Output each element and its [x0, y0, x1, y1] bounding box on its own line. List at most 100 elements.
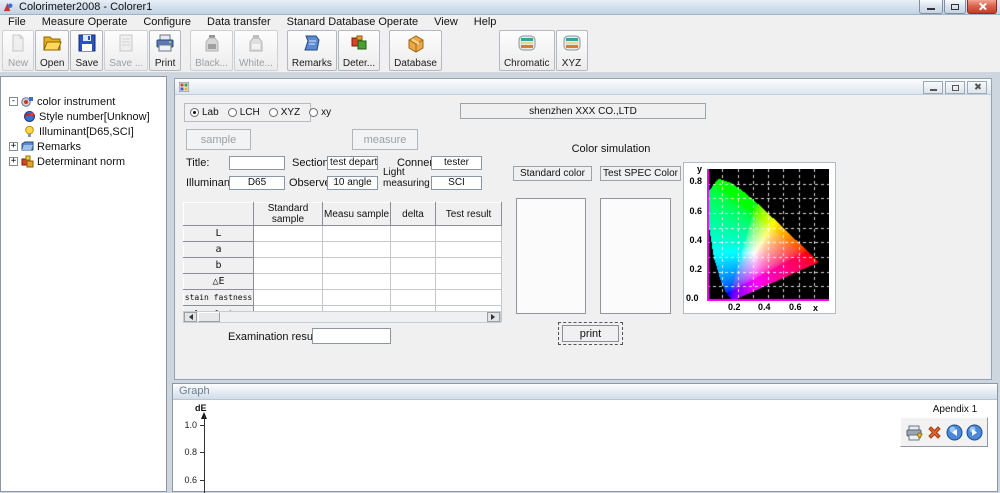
xyz-icon — [562, 33, 582, 53]
y-tick-mark — [200, 452, 204, 453]
graph-print-icon[interactable] — [906, 424, 923, 441]
new-button-label: New — [8, 58, 28, 69]
graph-prev-icon[interactable] — [946, 424, 963, 441]
tree-item-determinant-norm[interactable]: + Determinant norm — [1, 154, 166, 169]
table-cell — [323, 242, 391, 258]
close-button[interactable] — [967, 0, 997, 14]
column-header: Test result — [436, 203, 502, 226]
column-header: Measu sample — [323, 203, 391, 226]
menu-view[interactable]: View — [426, 15, 466, 29]
chromatic-button[interactable]: Chromatic — [499, 30, 555, 71]
arrow-right-icon — [491, 314, 498, 320]
menu-help[interactable]: Help — [466, 15, 505, 29]
menu-data-transfer[interactable]: Data transfer — [199, 15, 279, 29]
document-window-controls — [923, 81, 987, 94]
menu-configure[interactable]: Configure — [135, 15, 199, 29]
cie-x-tick: 0.2 — [728, 302, 741, 312]
chromatic-button-label: Chromatic — [504, 58, 550, 69]
tree-item-style-number[interactable]: Style number[Unknow] — [1, 109, 166, 124]
radio-xyz[interactable]: XYZ — [269, 107, 300, 118]
expand-icon[interactable]: + — [9, 157, 18, 166]
radio-xyz-label: XYZ — [281, 107, 300, 118]
cie-y-tick: 0.4 — [687, 235, 702, 245]
cie-x-tick: 0.6 — [789, 302, 802, 312]
section-field[interactable]: test departme — [327, 156, 378, 170]
scroll-right-button[interactable] — [487, 312, 500, 322]
maximize-button[interactable] — [944, 0, 966, 14]
graph-next-icon[interactable] — [966, 424, 983, 441]
open-button[interactable]: Open — [35, 30, 69, 71]
xyz-button[interactable]: XYZ — [556, 30, 588, 71]
conner-field[interactable]: tester — [431, 156, 482, 170]
title-field-label: Title: — [186, 157, 209, 169]
examination-result-label: Examination result: — [228, 331, 322, 343]
menu-measure-operate[interactable]: Measure Operate — [34, 15, 136, 29]
database-button-label: Database — [394, 58, 437, 69]
determinant-button[interactable]: Deter... — [338, 30, 380, 71]
table-cell — [254, 242, 323, 258]
print-report-button[interactable]: print — [558, 322, 623, 345]
table-cell — [391, 226, 436, 242]
observer-field[interactable]: 10 angle — [327, 176, 378, 190]
remarks-icon — [302, 33, 322, 53]
open-folder-icon — [42, 33, 62, 53]
expand-icon[interactable]: + — [9, 142, 18, 151]
cie-y-tick: 0.8 — [687, 176, 702, 186]
menu-standard-database-operate[interactable]: Stanard Database Operate — [279, 15, 426, 29]
y-tick-label: 0.6 — [179, 475, 197, 485]
radio-icon — [309, 108, 318, 117]
document-minimize-button[interactable] — [923, 81, 943, 94]
illuminant-field[interactable]: D65 — [229, 176, 285, 190]
white-calibration-icon — [246, 33, 266, 53]
table-cell — [323, 226, 391, 242]
document-close-button[interactable] — [967, 81, 987, 94]
graph-panel: Graph dE 1.0 0.8 0.6 Apendix 1 — [172, 383, 998, 492]
table-cell — [254, 290, 323, 306]
determinant-norm-icon — [21, 155, 34, 168]
scroll-left-button[interactable] — [184, 312, 197, 322]
cie-y-tick: 0.6 — [687, 206, 702, 216]
print-button[interactable]: Print — [149, 30, 181, 71]
tree-root-color-instrument[interactable]: - color instrument — [1, 94, 166, 109]
table-row: a — [184, 242, 502, 258]
app-icon — [2, 2, 13, 13]
table-cell — [436, 274, 502, 290]
restore-icon — [952, 85, 959, 91]
row-header: L — [184, 226, 254, 242]
document-title-bar — [175, 79, 991, 95]
graph-toolbar — [900, 417, 988, 447]
document-restore-button[interactable] — [945, 81, 965, 94]
radio-lab[interactable]: Lab — [190, 107, 219, 118]
scrollbar-thumb[interactable] — [198, 312, 220, 322]
examination-result-field[interactable] — [312, 328, 391, 344]
title-field[interactable] — [229, 156, 285, 170]
cie-y-tick: 0.2 — [687, 264, 702, 274]
radio-xy[interactable]: xy — [309, 107, 331, 118]
measure-button: measure — [352, 129, 418, 150]
cie-x-axis-label: x — [813, 303, 818, 313]
radio-icon — [228, 108, 237, 117]
database-icon — [406, 33, 426, 53]
remarks-button[interactable]: Remarks — [287, 30, 337, 71]
y-tick-label: 1.0 — [179, 420, 197, 430]
menu-bar: File Measure Operate Configure Data tran… — [0, 15, 1000, 29]
test-spec-color-label: Test SPEC Color — [600, 166, 681, 181]
table-cell — [254, 226, 323, 242]
tree-item-remarks[interactable]: + Remarks — [1, 139, 166, 154]
test-spec-color-swatch — [600, 198, 671, 314]
minimize-icon — [930, 89, 937, 91]
collapse-icon[interactable]: - — [9, 97, 18, 106]
database-button[interactable]: Database — [389, 30, 442, 71]
graph-delete-icon[interactable] — [926, 424, 943, 441]
radio-selected-icon — [190, 108, 199, 117]
light-measuring-field[interactable]: SCI — [431, 176, 482, 190]
print-report-button-label: print — [562, 325, 619, 342]
save-button[interactable]: Save — [70, 30, 103, 71]
table-horizontal-scrollbar[interactable] — [183, 311, 501, 323]
tree-item-illuminant[interactable]: Illuminant[D65,SCI] — [1, 124, 166, 139]
document-body: Lab LCH XYZ xy shenzhen XXX CO.,LTD samp… — [175, 95, 991, 378]
minimize-button[interactable] — [919, 0, 943, 14]
radio-lch-label: LCH — [240, 107, 260, 118]
radio-lch[interactable]: LCH — [228, 107, 260, 118]
menu-file[interactable]: File — [0, 15, 34, 29]
